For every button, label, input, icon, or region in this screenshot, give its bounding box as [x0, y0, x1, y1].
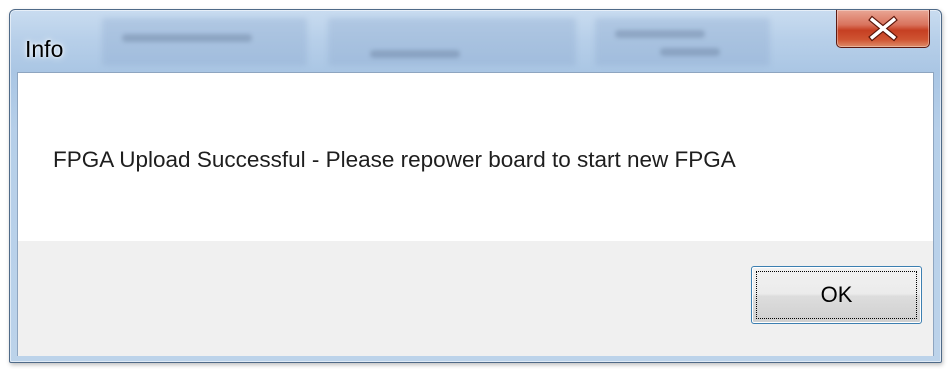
close-button[interactable]: [836, 10, 930, 48]
button-bar: OK: [18, 241, 933, 356]
background-blur: [660, 48, 720, 56]
message-area: FPGA Upload Successful - Please repower …: [18, 73, 933, 241]
background-blur: [595, 18, 770, 66]
ok-button[interactable]: OK: [751, 266, 922, 324]
background-blur: [102, 18, 307, 66]
background-blur: [122, 34, 252, 42]
info-dialog-window: Info FPGA Upload Successful - Please rep…: [9, 9, 942, 363]
background-blur: [370, 50, 460, 58]
ok-button-label: OK: [820, 282, 853, 307]
window-title: Info: [25, 36, 64, 62]
close-x-icon: [868, 15, 898, 42]
background-blur: [328, 18, 576, 66]
message-text: FPGA Upload Successful - Please repower …: [53, 147, 736, 172]
dialog-body: FPGA Upload Successful - Please repower …: [17, 72, 934, 356]
background-blur: [615, 30, 705, 38]
